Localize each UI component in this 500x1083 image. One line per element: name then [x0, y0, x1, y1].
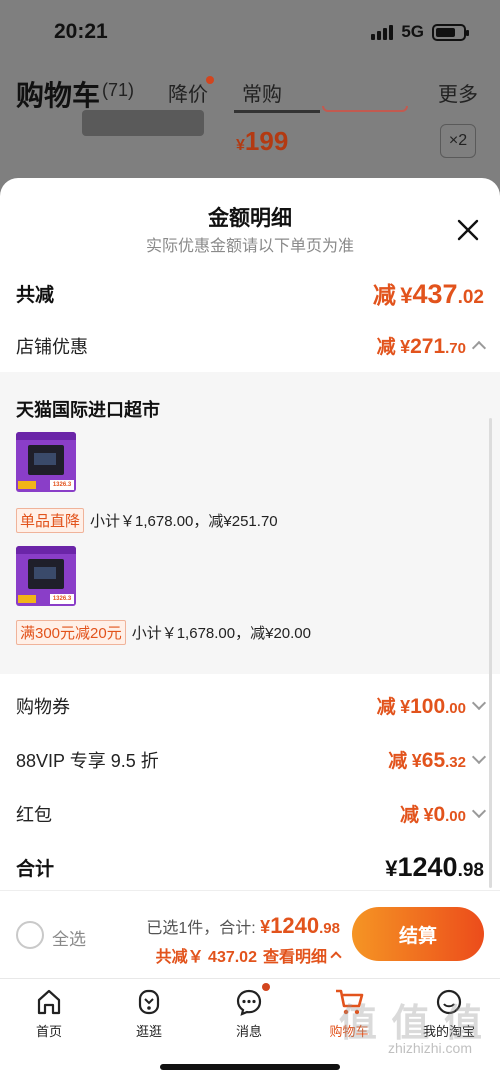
cart-title: 购物车 [16, 80, 101, 111]
coupon-label: 购物券 [16, 696, 70, 717]
home-icon [37, 989, 61, 1015]
tab-home[interactable]: 首页 [14, 987, 84, 1040]
selected-summary: 已选1件，合计: ¥1240.98 [146, 913, 340, 938]
peek-price: ¥199 [236, 126, 289, 156]
more-button[interactable]: 更多 [438, 78, 478, 107]
signal-icon [371, 24, 394, 40]
quantity-badge[interactable]: ×2 [440, 124, 476, 158]
select-all-radio[interactable] [16, 921, 44, 949]
status-bar: 20:21 5G [0, 0, 500, 66]
chevron-down-icon[interactable] [471, 803, 487, 818]
total-discount-row: 共减 减 ¥437.02 [16, 276, 484, 310]
message-icon [236, 989, 262, 1016]
message-dot [262, 983, 270, 991]
chevron-up-icon [330, 951, 342, 963]
total-discount-value: 减 ¥437.02 [372, 279, 484, 309]
checkout-button[interactable]: 结算 [352, 907, 484, 961]
discount-summary[interactable]: 共减￥ 437.02 查看明细 [156, 943, 342, 967]
product-image[interactable]: 1326.3 [16, 546, 76, 606]
cart-count: (71) [102, 80, 135, 100]
red-packet-label: 红包 [16, 804, 52, 825]
item-subtotal: 小计￥1,678.00，减¥20.00 [131, 625, 311, 642]
tab-frequent[interactable]: 常购 [242, 78, 282, 107]
coupon-value: 减 ¥100.00 [376, 695, 466, 718]
red-packet-row[interactable]: 红包 减 ¥0.00 [16, 800, 487, 827]
view-details-link[interactable]: 查看明细 [263, 943, 327, 967]
vip-label: 88VIP 专享 9.5 折 [16, 750, 159, 771]
store-name: 天猫国际进口超市 [16, 400, 160, 420]
scrollbar[interactable] [489, 418, 492, 888]
store-discount-row[interactable]: 店铺优惠 减 ¥271.70 [16, 332, 487, 359]
item-discount-line: 满300元减20元 小计￥1,678.00，减¥20.00 [16, 620, 311, 645]
sheet-title: 金额明细 [208, 207, 292, 230]
price-drop-dot [206, 76, 214, 84]
store-discount-value: 减 ¥271.70 [376, 335, 466, 358]
chevron-down-icon[interactable] [471, 695, 487, 710]
total-discount-label: 共减 [16, 284, 55, 306]
tab-underline [234, 110, 320, 113]
tab-explore[interactable]: 逛逛 [114, 987, 184, 1040]
battery-icon [432, 23, 469, 41]
sum-row: 合计 ¥1240.98 [16, 852, 484, 883]
item-subtotal: 小计￥1,678.00，减¥251.70 [90, 513, 278, 530]
discount-badge: 满300元减20元 [16, 620, 126, 645]
tab-price-drop[interactable]: 降价 [168, 78, 208, 107]
promo-tag-peek [322, 106, 408, 112]
sheet-subtitle: 实际优惠金额请以下单页为准 [145, 238, 354, 255]
close-icon[interactable] [456, 218, 480, 242]
amount-detail-sheet: 金额明细 实际优惠金额请以下单页为准 共减 减 ¥437.02 店铺优惠 减 ¥… [0, 178, 500, 978]
vip-value: 减 ¥65.32 [388, 749, 466, 772]
vip-discount-row[interactable]: 88VIP 专享 9.5 折 减 ¥65.32 [16, 746, 487, 773]
coupon-row[interactable]: 购物券 减 ¥100.00 [16, 692, 487, 719]
select-all-label[interactable]: 全选 [52, 925, 86, 950]
store-discount-label: 店铺优惠 [16, 336, 88, 357]
store-discount-detail: 天猫国际进口超市 1326.3 单品直降 小计￥1,678.00，减¥251.7… [0, 372, 500, 674]
discount-badge: 单品直降 [16, 508, 85, 533]
home-indicator[interactable] [160, 1064, 340, 1070]
status-indicators: 5G [371, 22, 469, 42]
product-image[interactable]: 1326.3 [16, 432, 76, 492]
explore-icon [138, 989, 160, 1015]
watermark: 值 值 值 [338, 1003, 484, 1045]
sum-value: ¥1240.98 [385, 852, 484, 882]
network-type: 5G [401, 22, 424, 41]
watermark-url: zhizhizhi.com [387, 1040, 472, 1056]
item-discount-line: 单品直降 小计￥1,678.00，减¥251.70 [16, 508, 278, 533]
tab-messages[interactable]: 消息 [214, 983, 284, 1040]
red-packet-value: 减 ¥0.00 [399, 803, 466, 826]
checkout-bar: 全选 已选1件，合计: ¥1240.98 共减￥ 437.02 查看明细 结算 [0, 890, 500, 978]
chevron-down-icon[interactable] [471, 749, 487, 764]
cart-header-dimmed: 购物车 (71) 降价 常购 更多 ¥199 ×2 [0, 66, 500, 196]
product-thumbnail-peek [82, 110, 204, 136]
status-time: 20:21 [54, 20, 108, 43]
sum-label: 合计 [16, 859, 55, 880]
chevron-up-icon[interactable] [471, 340, 487, 355]
